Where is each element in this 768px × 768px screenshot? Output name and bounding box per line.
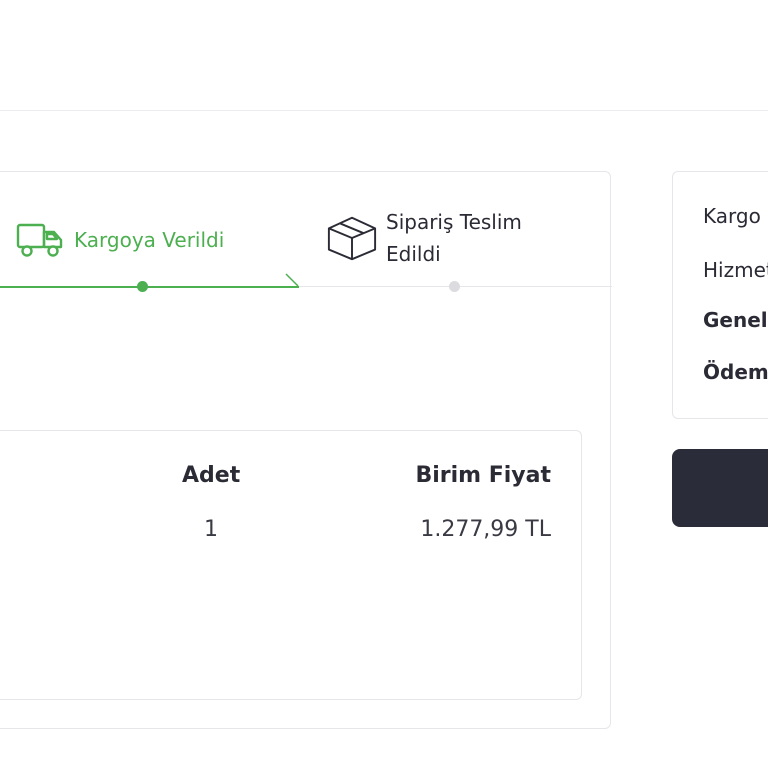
order-card: Kargoya Verildi Sipariş Teslim Edildi Ad… [0,171,612,729]
step-shipped: Kargoya Verildi [14,216,224,264]
summary-service: Hizmet [703,258,768,282]
header-unit-price: Birim Fiyat [415,463,551,488]
step-shipped-label: Kargoya Verildi [74,228,225,252]
summary-payment: Ödem [703,360,768,384]
step-dot-pending [449,281,460,292]
summary-shipping: Kargo [703,204,761,228]
product-table: Adet Birim Fiyat 1 1.277,99 TL [0,430,582,700]
cell-qty: 1 [204,517,218,542]
box-icon [326,214,378,262]
page: Kargoya Verildi Sipariş Teslim Edildi Ad… [0,0,768,768]
progress-line-complete [0,286,299,288]
step-delivered: Sipariş Teslim Edildi [326,206,536,270]
step-delivered-label: Sipariş Teslim Edildi [386,210,522,266]
step-dot-active [137,281,148,292]
summary-total: Genel [703,308,768,332]
header-divider [0,110,768,111]
order-summary-card: Kargo Hizmet Genel Ödem [672,171,768,419]
progress-arrow-icon [285,273,299,287]
primary-action-button[interactable] [672,449,768,527]
order-status-tracker: Kargoya Verildi Sipariş Teslim Edildi [0,172,612,292]
cell-unit-price: 1.277,99 TL [420,517,551,542]
header-qty: Adet [182,463,241,488]
truck-icon [14,216,66,264]
